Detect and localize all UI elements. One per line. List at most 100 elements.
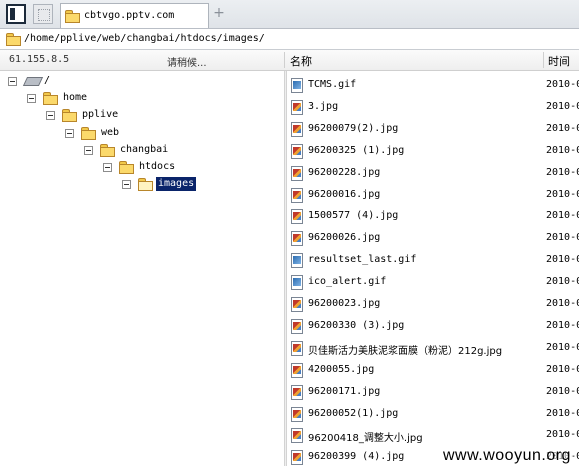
file-name: 96200052(1).jpg bbox=[308, 407, 399, 419]
path-input[interactable]: /home/pplive/web/changbai/htdocs/images/ bbox=[24, 33, 265, 44]
jpg-file-icon bbox=[291, 297, 303, 312]
file-row[interactable]: 96200330 (3).jpg 2010-0 bbox=[287, 315, 579, 337]
file-row[interactable]: 3.jpg 2010-0 bbox=[287, 96, 579, 118]
jpg-file-icon bbox=[291, 231, 303, 247]
file-time: 2010-0 bbox=[546, 341, 579, 353]
file-name: 3.jpg bbox=[308, 100, 339, 112]
status-text: 请稍候... bbox=[167, 58, 207, 69]
file-row[interactable]: 96200026.jpg 2010-0 bbox=[287, 227, 579, 249]
file-name: 96200079(2).jpg bbox=[308, 122, 399, 134]
folder-icon bbox=[81, 126, 96, 140]
tab-bar: cbtvgo.pptv.com + bbox=[0, 0, 579, 29]
file-row[interactable]: 1500577 (4).jpg 2010-0 bbox=[287, 205, 579, 227]
file-row[interactable]: 96200079(2).jpg 2010-0 bbox=[287, 118, 579, 140]
file-row[interactable]: 4200055.jpg 2010-0 bbox=[287, 359, 579, 381]
file-row[interactable]: 96200023.jpg 2010-0 bbox=[287, 293, 579, 315]
tab-server[interactable]: cbtvgo.pptv.com bbox=[60, 3, 209, 28]
file-time: 2010-0 bbox=[546, 166, 579, 178]
jpg-file-icon bbox=[291, 187, 303, 203]
file-time: 2010-0 bbox=[546, 298, 579, 309]
file-name: 1500577 (4).jpg bbox=[308, 210, 399, 222]
jpg-file-icon bbox=[291, 318, 303, 334]
file-name: ico_alert.gif bbox=[308, 276, 387, 288]
tree-node-label: / bbox=[44, 75, 51, 86]
watermark: www.wooyun.org bbox=[441, 447, 573, 465]
file-name: 96200023.jpg bbox=[308, 298, 381, 309]
header-divider bbox=[284, 52, 285, 68]
tree-node[interactable]: images bbox=[0, 176, 280, 194]
add-tab-button[interactable]: + bbox=[212, 5, 226, 21]
file-row[interactable]: 96200171.jpg 2010-0 bbox=[287, 381, 579, 403]
file-row[interactable]: TCMS.gif 2010-0 bbox=[287, 74, 579, 96]
file-name: 贝佳斯活力美肤泥浆面膜（粉泥）212g.jpg bbox=[308, 345, 503, 357]
collapse-toggle[interactable] bbox=[8, 77, 17, 86]
path-bar[interactable]: /home/pplive/web/changbai/htdocs/images/ bbox=[0, 29, 579, 50]
folder-icon bbox=[119, 161, 134, 174]
file-time: 2010-0 bbox=[546, 363, 579, 375]
file-name: 96200016.jpg bbox=[308, 188, 381, 200]
file-row[interactable]: 96200325 (1).jpg 2010-0 bbox=[287, 140, 579, 162]
file-time: 2010-0 bbox=[546, 319, 579, 331]
file-name: 4200055.jpg bbox=[308, 363, 375, 375]
folder-icon bbox=[6, 33, 21, 46]
tree-node-label: htdocs bbox=[139, 161, 176, 172]
collapse-toggle[interactable] bbox=[27, 94, 36, 104]
file-row[interactable]: ico_alert.gif 2010-0 bbox=[287, 271, 579, 293]
file-name: 96200026.jpg bbox=[308, 232, 381, 244]
file-time: 2010-0 bbox=[546, 276, 579, 288]
file-name: TCMS.gif bbox=[308, 79, 357, 90]
file-time: 2010-0 bbox=[546, 144, 579, 156]
jpg-file-icon bbox=[291, 428, 303, 444]
file-row[interactable]: resultset_last.gif 2010-0 bbox=[287, 249, 579, 271]
tree-node-label: changbai bbox=[120, 143, 169, 155]
file-row[interactable]: 96200418_调整大小.jpg 2010-0 bbox=[287, 424, 579, 446]
jpg-file-icon bbox=[291, 121, 303, 137]
file-row[interactable]: 96200016.jpg 2010-0 bbox=[287, 184, 579, 206]
file-name: 96200228.jpg bbox=[308, 166, 381, 178]
tree-node[interactable]: / bbox=[0, 73, 280, 91]
column-header-time[interactable]: 时间 bbox=[548, 53, 570, 69]
tree-node[interactable]: htdocs bbox=[0, 159, 280, 177]
drive-icon bbox=[22, 77, 44, 86]
toggle-panel-button[interactable] bbox=[6, 4, 26, 24]
tree-node[interactable]: home bbox=[0, 90, 280, 108]
jpg-file-icon bbox=[291, 340, 303, 356]
file-row[interactable]: 96200052(1).jpg 2010-0 bbox=[287, 403, 579, 425]
jpg-file-icon bbox=[291, 99, 303, 115]
file-time: 2010-0 bbox=[546, 100, 579, 112]
file-name: 96200171.jpg bbox=[308, 385, 381, 397]
collapse-toggle[interactable] bbox=[122, 180, 131, 190]
file-time: 2010-0 bbox=[546, 429, 579, 441]
file-name: 96200399 (4).jpg bbox=[308, 451, 405, 463]
tree-node[interactable]: web bbox=[0, 125, 280, 143]
jpg-file-icon bbox=[291, 384, 303, 400]
folder-icon bbox=[62, 109, 77, 123]
column-header-name[interactable]: 名称 bbox=[290, 53, 312, 69]
file-time: 2010-0 bbox=[546, 385, 579, 397]
collapse-toggle[interactable] bbox=[103, 163, 112, 172]
folder-icon bbox=[100, 143, 115, 157]
collapse-toggle[interactable] bbox=[65, 128, 74, 138]
new-window-button[interactable] bbox=[33, 4, 53, 24]
tree-node[interactable]: changbai bbox=[0, 142, 280, 160]
jpg-file-icon bbox=[291, 143, 303, 159]
header-divider bbox=[543, 52, 544, 68]
file-time: 2010-0 bbox=[546, 188, 579, 200]
file-time: 2010-0 bbox=[546, 210, 579, 222]
gif-file-icon bbox=[291, 275, 303, 291]
file-time: 2010-0 bbox=[546, 254, 579, 266]
tree-node-label: web bbox=[101, 126, 120, 138]
tree-node[interactable]: pplive bbox=[0, 107, 280, 125]
collapse-toggle[interactable] bbox=[84, 145, 93, 155]
file-row[interactable]: 96200228.jpg 2010-0 bbox=[287, 162, 579, 184]
tree-node-label: home bbox=[63, 92, 88, 104]
jpg-file-icon bbox=[291, 165, 303, 181]
file-row[interactable]: 贝佳斯活力美肤泥浆面膜（粉泥）212g.jpg 2010-0 bbox=[287, 337, 579, 359]
collapse-toggle[interactable] bbox=[46, 111, 55, 121]
folder-open-icon bbox=[138, 178, 153, 192]
gif-file-icon bbox=[291, 78, 303, 93]
file-list: TCMS.gif 2010-0 3.jpg 2010-0 96200079(2).jpg… bbox=[287, 71, 579, 466]
jpg-file-icon bbox=[291, 209, 303, 225]
file-time: 2010-0 bbox=[546, 232, 579, 244]
folder-icon bbox=[43, 92, 58, 106]
